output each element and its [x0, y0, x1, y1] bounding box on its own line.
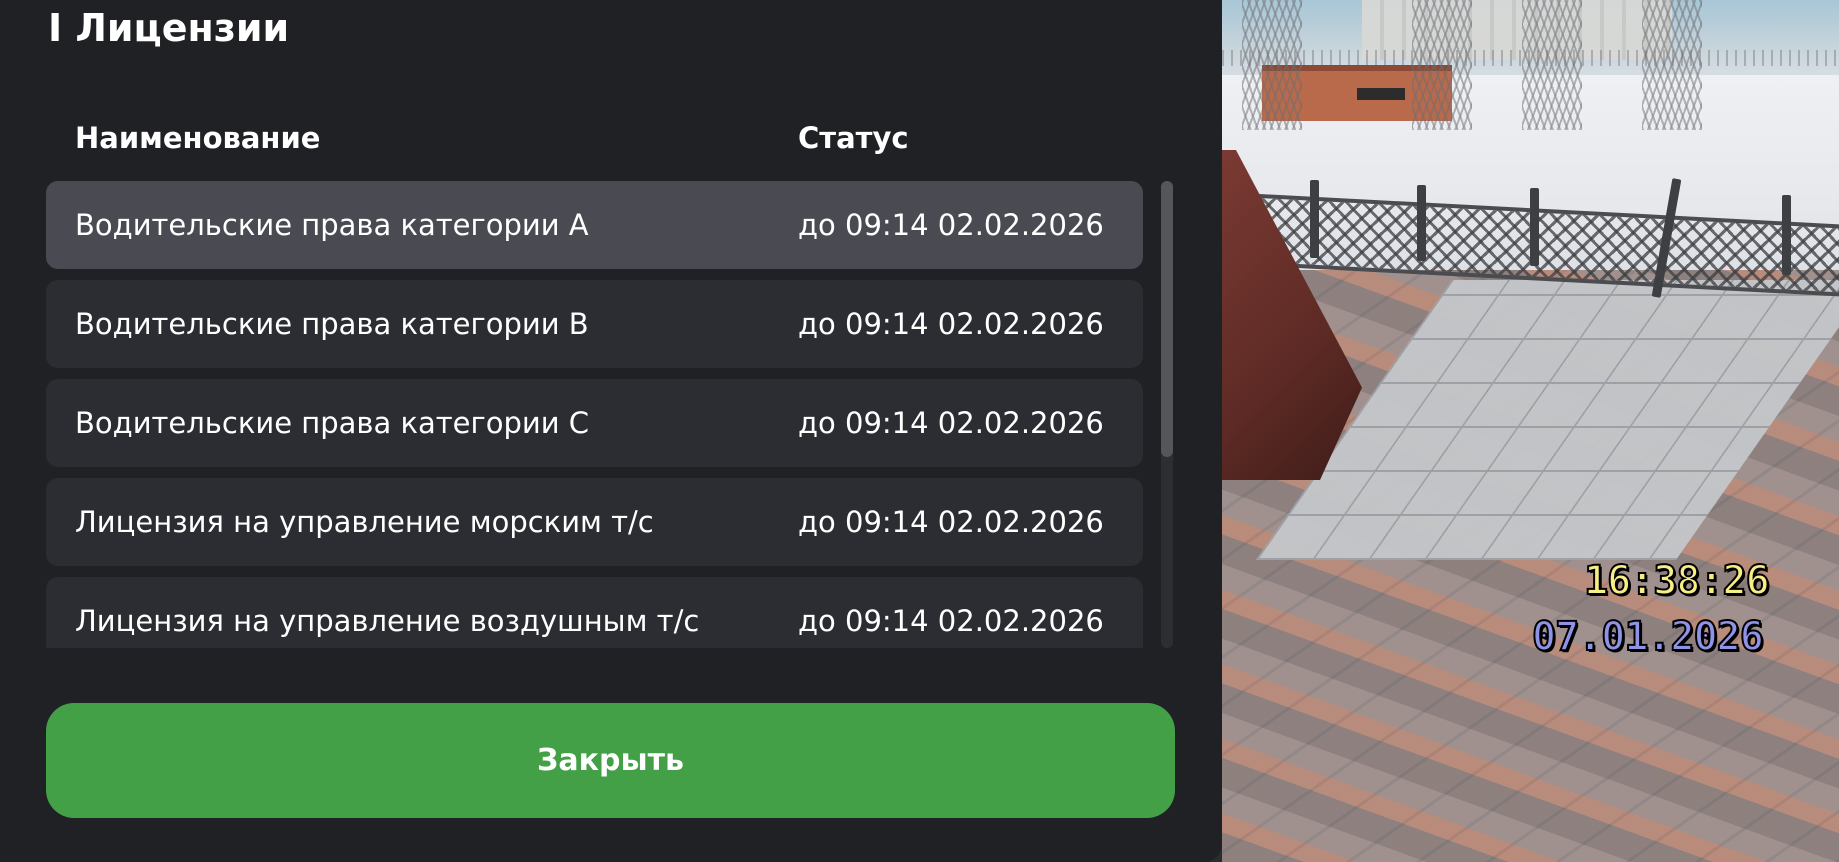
shop-sign — [1357, 88, 1405, 100]
close-button[interactable]: Закрыть — [46, 703, 1175, 818]
column-header-name: Наименование — [75, 121, 321, 155]
fence-post — [1417, 185, 1426, 261]
tree — [1412, 0, 1472, 130]
license-row[interactable]: Лицензия на управление морским т/с до 09… — [46, 478, 1143, 566]
list-scrollbar[interactable] — [1161, 181, 1173, 648]
scrollbar-thumb[interactable] — [1161, 181, 1173, 457]
tree — [1242, 0, 1302, 130]
license-status: до 09:14 02.02.2026 — [798, 604, 1104, 638]
fence-post — [1530, 188, 1539, 266]
license-row[interactable]: Водительские права категории A до 09:14 … — [46, 181, 1143, 269]
license-status: до 09:14 02.02.2026 — [798, 307, 1104, 341]
licenses-panel: I Лицензии Наименование Статус Водительс… — [0, 0, 1222, 862]
hud-clock-time: 16:38:26 — [1583, 558, 1771, 604]
panel-title: I Лицензии — [48, 6, 290, 50]
license-status: до 09:14 02.02.2026 — [798, 208, 1104, 242]
license-status: до 09:14 02.02.2026 — [798, 505, 1104, 539]
tree — [1522, 0, 1582, 130]
license-name: Лицензия на управление морским т/с — [75, 505, 654, 539]
game-screen: 16:38:26 07.01.2026 I Лицензии Наименова… — [0, 0, 1839, 862]
license-row[interactable]: Водительские права категории C до 09:14 … — [46, 379, 1143, 467]
license-name: Водительские права категории C — [75, 406, 590, 440]
fence-post — [1782, 195, 1791, 275]
license-name: Лицензия на управление воздушным т/с — [75, 604, 700, 638]
license-name: Водительские права категории A — [75, 208, 589, 242]
game-world-view: 16:38:26 07.01.2026 — [1222, 0, 1839, 862]
licenses-list[interactable]: Водительские права категории A до 09:14 … — [46, 181, 1143, 648]
license-row[interactable]: Водительские права категории B до 09:14 … — [46, 280, 1143, 368]
hud-clock-date: 07.01.2026 — [1531, 614, 1765, 660]
tree — [1642, 0, 1702, 130]
column-header-status: Статус — [798, 121, 909, 155]
license-row[interactable]: Лицензия на управление воздушным т/с до … — [46, 577, 1143, 648]
license-name: Водительские права категории B — [75, 307, 589, 341]
license-status: до 09:14 02.02.2026 — [798, 406, 1104, 440]
fence-post — [1310, 180, 1319, 258]
